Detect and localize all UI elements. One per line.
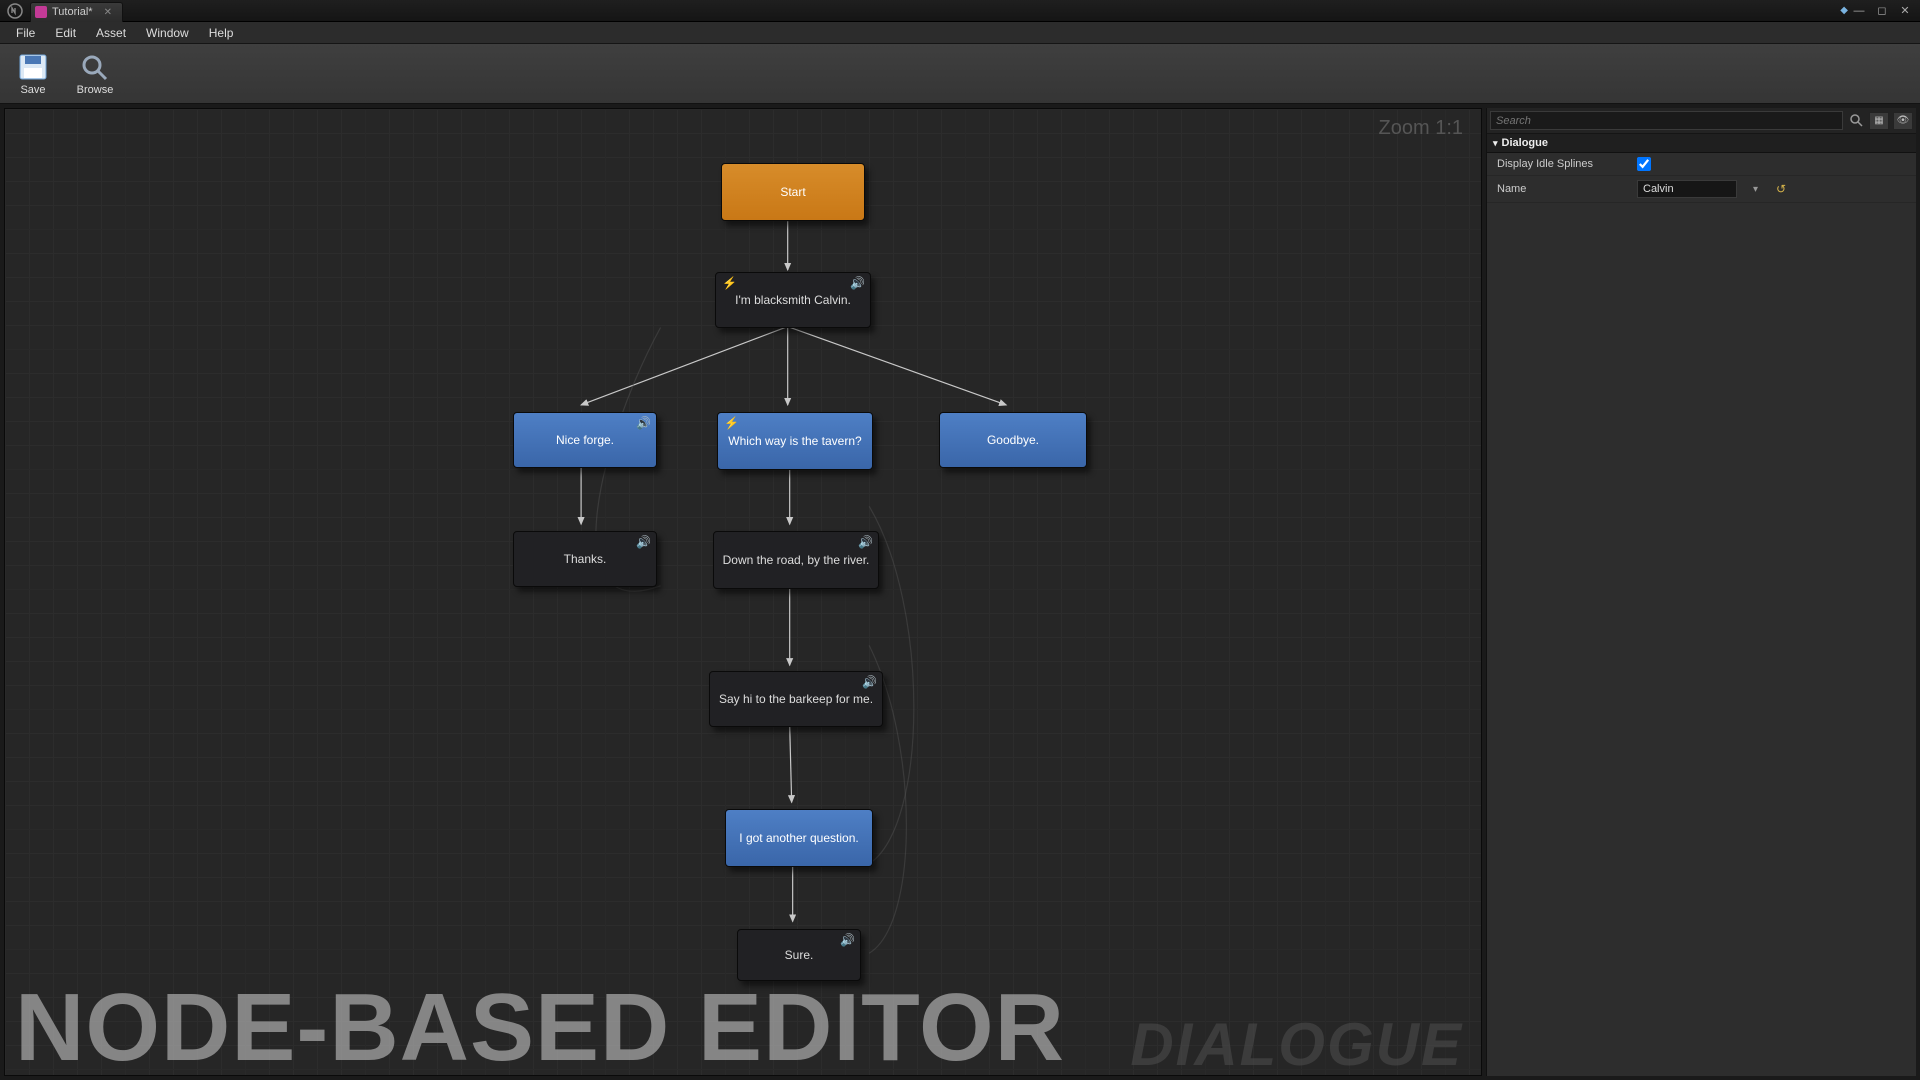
tab-label: Tutorial* <box>52 6 93 18</box>
node-goodbye[interactable]: Goodbye. <box>939 412 1087 468</box>
view-grid-button[interactable]: ▦ <box>1869 112 1889 130</box>
property-display-idle: Display Idle Splines <box>1487 153 1916 176</box>
menu-window[interactable]: Window <box>136 22 199 43</box>
window-titlebar: Tutorial* ✕ ◆ — ◻ ✕ <box>0 0 1920 22</box>
menu-asset[interactable]: Asset <box>86 22 136 43</box>
node-another[interactable]: I got another question. <box>725 809 873 867</box>
sound-icon: 🔊 <box>840 933 855 947</box>
node-label: Down the road, by the river. <box>723 553 870 567</box>
section-title: Dialogue <box>1502 137 1548 149</box>
node-nice-forge[interactable]: 🔊 Nice forge. <box>513 412 657 468</box>
node-label: Start <box>780 185 805 199</box>
tab-close-icon[interactable]: ✕ <box>104 7 112 18</box>
sound-icon: 🔊 <box>862 675 877 689</box>
browse-button[interactable]: Browse <box>70 52 120 96</box>
property-name: Name ▾ ↺ <box>1487 176 1916 203</box>
node-down-road[interactable]: 🔊 Down the road, by the river. <box>713 531 879 589</box>
node-intro[interactable]: ⚡ 🔊 I'm blacksmith Calvin. <box>715 272 871 328</box>
graph-canvas[interactable]: Zoom 1:1 <box>4 108 1482 1076</box>
document-tab[interactable]: Tutorial* ✕ <box>30 2 123 22</box>
reset-icon[interactable]: ↺ <box>1768 182 1786 196</box>
watermark-title: NODE-BASED EDITOR <box>15 973 1065 1076</box>
source-control-icon[interactable]: ◆ <box>1840 5 1848 16</box>
app-logo <box>0 0 30 22</box>
save-button[interactable]: Save <box>8 52 58 96</box>
sound-icon: 🔊 <box>858 535 873 549</box>
node-start[interactable]: Start <box>721 163 865 221</box>
property-label: Name <box>1497 183 1627 195</box>
save-icon <box>17 52 49 82</box>
chevron-down-icon[interactable]: ▾ <box>1747 184 1758 195</box>
menu-edit[interactable]: Edit <box>45 22 86 43</box>
details-panel: ▦ 👁 ▾ Dialogue Display Idle Splines Name… <box>1486 108 1916 1076</box>
maximize-button[interactable]: ◻ <box>1871 3 1893 19</box>
menu-help[interactable]: Help <box>199 22 244 43</box>
name-input[interactable] <box>1637 180 1737 198</box>
sound-icon: 🔊 <box>636 416 651 430</box>
search-icon[interactable] <box>1847 112 1865 130</box>
node-label: Say hi to the barkeep for me. <box>719 692 873 706</box>
chevron-down-icon: ▾ <box>1493 138 1498 149</box>
save-label: Save <box>20 84 45 96</box>
lightning-icon: ⚡ <box>724 416 739 430</box>
display-idle-checkbox[interactable] <box>1637 157 1651 171</box>
node-tavern[interactable]: ⚡ Which way is the tavern? <box>717 412 873 470</box>
zoom-label: Zoom 1:1 <box>1379 117 1463 140</box>
close-button[interactable]: ✕ <box>1894 3 1916 19</box>
node-label: I got another question. <box>739 831 858 845</box>
node-label: Goodbye. <box>987 433 1039 447</box>
section-header-dialogue[interactable]: ▾ Dialogue <box>1487 134 1916 153</box>
browse-icon <box>79 52 111 82</box>
node-label: Thanks. <box>564 552 607 566</box>
watermark-subtitle: DIALOGUE <box>1130 1010 1463 1076</box>
lightning-icon: ⚡ <box>722 276 737 290</box>
asset-icon <box>35 6 47 18</box>
node-label: I'm blacksmith Calvin. <box>735 293 851 307</box>
minimize-button[interactable]: — <box>1848 3 1870 19</box>
view-eye-button[interactable]: 👁 <box>1893 112 1913 130</box>
node-label: Nice forge. <box>556 433 614 447</box>
node-label: Sure. <box>785 948 814 962</box>
node-say-hi[interactable]: 🔊 Say hi to the barkeep for me. <box>709 671 883 727</box>
search-input[interactable] <box>1490 111 1843 130</box>
menu-bar: File Edit Asset Window Help <box>0 22 1920 44</box>
menu-file[interactable]: File <box>6 22 45 43</box>
node-thanks[interactable]: 🔊 Thanks. <box>513 531 657 587</box>
node-label: Which way is the tavern? <box>728 434 861 448</box>
sound-icon: 🔊 <box>850 276 865 290</box>
toolbar: Save Browse <box>0 44 1920 104</box>
sound-icon: 🔊 <box>636 535 651 549</box>
property-label: Display Idle Splines <box>1497 158 1627 170</box>
browse-label: Browse <box>77 84 114 96</box>
